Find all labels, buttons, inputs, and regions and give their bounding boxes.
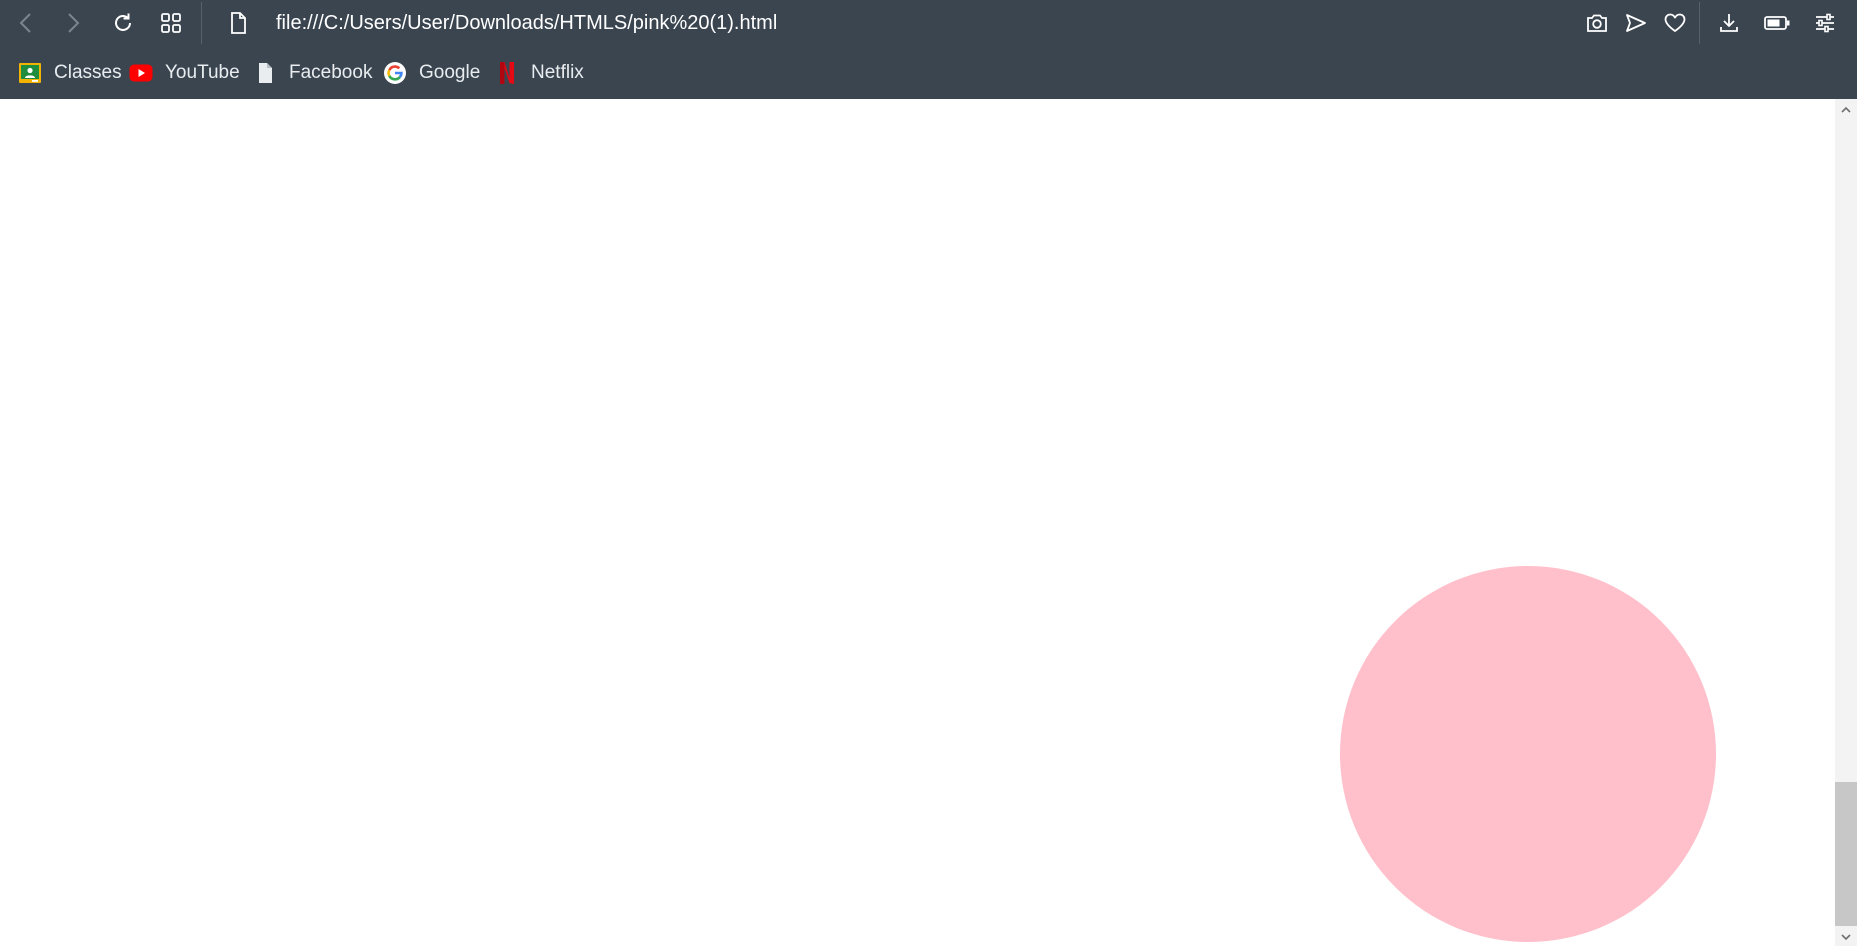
page-info-button[interactable]: [220, 6, 256, 40]
bookmark-label: Facebook: [289, 62, 373, 83]
classroom-icon: [17, 60, 43, 86]
file-icon: [231, 12, 246, 34]
youtube-icon: [128, 60, 154, 86]
netflix-icon: [494, 60, 520, 86]
bookmarks-bar: Classes YouTube Facebook Google Netflix: [0, 52, 1857, 92]
grid-icon: [161, 13, 181, 33]
forward-button[interactable]: [55, 6, 91, 40]
bookmark-google[interactable]: Google: [382, 56, 480, 90]
page-content: [0, 99, 1835, 946]
send-button[interactable]: [1618, 6, 1654, 40]
bookmark-label: Netflix: [531, 62, 584, 83]
sliders-icon: [1816, 13, 1834, 33]
toolbar-divider: [201, 2, 202, 44]
scroll-down-arrow[interactable]: [1835, 928, 1857, 946]
chevron-right-icon: [68, 13, 80, 33]
bookmark-label: YouTube: [165, 62, 240, 83]
send-icon: [1626, 14, 1646, 32]
heart-icon: [1664, 13, 1686, 32]
downloads-button[interactable]: [1711, 6, 1747, 40]
bookmark-facebook[interactable]: Facebook: [252, 56, 372, 90]
bookmark-netflix[interactable]: Netflix: [494, 56, 584, 90]
browser-chrome: file:///C:/Users/User/Downloads/HTMLS/pi…: [0, 0, 1857, 99]
settings-button[interactable]: [1807, 6, 1843, 40]
toolbar-divider: [1699, 2, 1700, 44]
reload-icon: [115, 13, 131, 31]
reload-button[interactable]: [105, 6, 141, 40]
bookmark-classes[interactable]: Classes: [17, 56, 122, 90]
camera-icon: [1587, 14, 1607, 32]
google-icon: [382, 60, 408, 86]
bookmark-label: Classes: [54, 62, 122, 83]
battery-saver-button[interactable]: [1759, 6, 1795, 40]
browser-toolbar: file:///C:/Users/User/Downloads/HTMLS/pi…: [0, 0, 1857, 46]
favorite-button[interactable]: [1657, 6, 1693, 40]
chevron-up-icon: [1841, 106, 1851, 113]
chevron-left-icon: [19, 13, 31, 33]
screenshot-button[interactable]: [1579, 6, 1615, 40]
vertical-scrollbar[interactable]: [1835, 99, 1857, 946]
battery-icon: [1764, 16, 1790, 30]
chevron-down-icon: [1841, 934, 1851, 941]
download-icon: [1720, 14, 1738, 32]
bookmark-label: Google: [419, 62, 481, 83]
back-button[interactable]: [8, 6, 44, 40]
address-bar[interactable]: file:///C:/Users/User/Downloads/HTMLS/pi…: [276, 0, 777, 46]
scroll-thumb[interactable]: [1835, 782, 1857, 926]
pink-circle: [1340, 566, 1716, 942]
tabs-grid-button[interactable]: [153, 6, 189, 40]
scroll-up-arrow[interactable]: [1835, 101, 1857, 119]
file-icon: [252, 60, 278, 86]
bookmark-youtube[interactable]: YouTube: [128, 56, 240, 90]
